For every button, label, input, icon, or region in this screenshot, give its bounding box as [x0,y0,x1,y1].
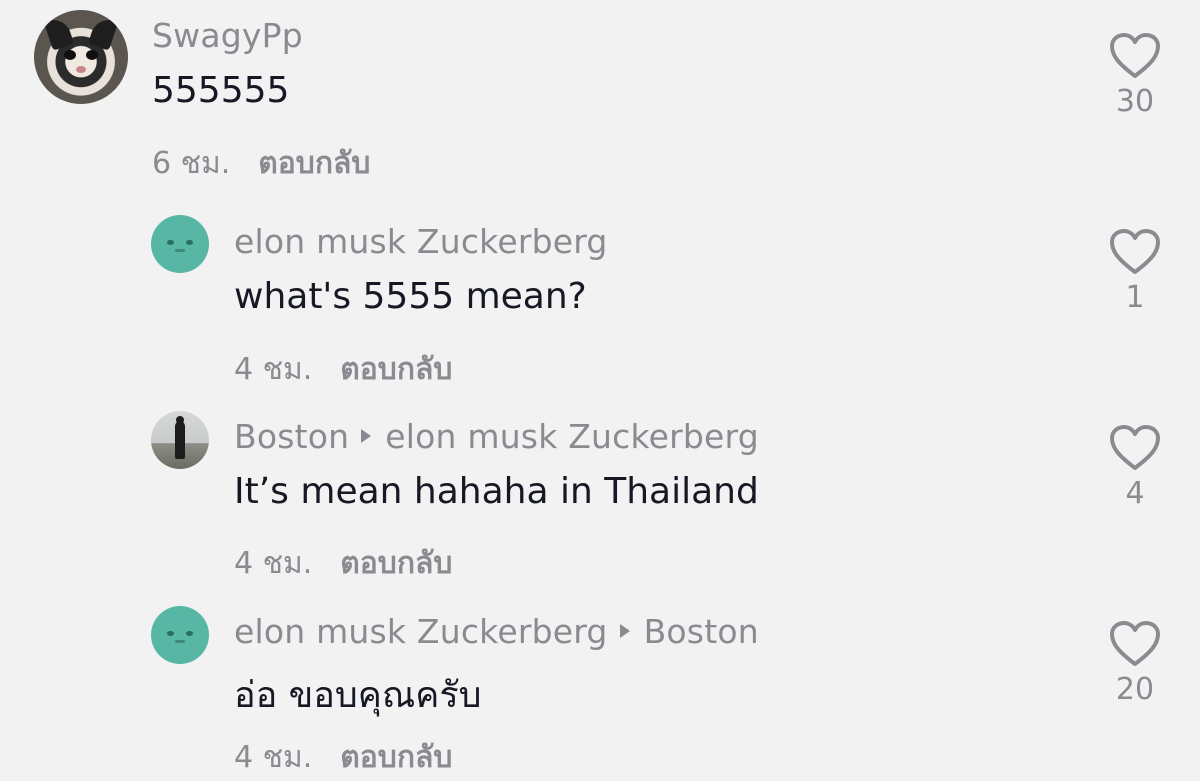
comment-text: 555555 [152,70,290,111]
comment-time: 6 ชม. [152,146,231,181]
like-count: 20 [1115,672,1155,707]
like-count: 4 [1125,476,1145,511]
comment-username[interactable]: elon musk Zuckerberg Boston [234,612,759,651]
comment-meta: 4 ชม. ตอบกลับ [234,346,452,393]
comment-username[interactable]: elon musk Zuckerberg [234,222,608,261]
like-button[interactable]: 1 [1095,228,1175,315]
comment-meta: 4 ชม. ตอบกลับ [234,734,452,781]
comment-username[interactable]: SwagyPp [152,16,303,55]
comment-text: what's 5555 mean? [234,276,587,317]
reply-button[interactable]: ตอบกลับ [258,146,370,181]
like-count: 1 [1125,280,1145,315]
reply-button[interactable]: ตอบกลับ [340,546,452,581]
comment-text: It’s mean hahaha in Thailand [234,471,759,512]
comment-time: 4 ชม. [234,546,313,581]
avatar[interactable] [151,606,209,664]
comment-username[interactable]: Boston elon musk Zuckerberg [234,417,759,456]
avatar[interactable] [151,215,209,273]
reply-arrow-icon [619,623,630,638]
heart-icon[interactable] [1109,228,1161,276]
heart-icon[interactable] [1109,620,1161,668]
comment-time: 4 ชม. [234,740,313,775]
heart-icon[interactable] [1109,32,1161,80]
like-button[interactable]: 30 [1095,32,1175,119]
reply-target[interactable]: elon musk Zuckerberg [385,417,759,456]
reply-button[interactable]: ตอบกลับ [340,740,452,775]
heart-icon[interactable] [1109,424,1161,472]
like-button[interactable]: 4 [1095,424,1175,511]
reply-author[interactable]: elon musk Zuckerberg [234,612,608,651]
comment-text: อ่อ ขอบคุณครับ [234,675,482,716]
avatar[interactable] [34,10,128,104]
comment-meta: 4 ชม. ตอบกลับ [234,540,452,587]
reply-button[interactable]: ตอบกลับ [340,352,452,387]
avatar[interactable] [151,411,209,469]
comment-meta: 6 ชม. ตอบกลับ [152,140,370,187]
reply-target[interactable]: Boston [644,612,759,651]
reply-author[interactable]: Boston [234,417,349,456]
like-button[interactable]: 20 [1095,620,1175,707]
like-count: 30 [1115,84,1155,119]
reply-arrow-icon [361,428,372,443]
comment-time: 4 ชม. [234,352,313,387]
